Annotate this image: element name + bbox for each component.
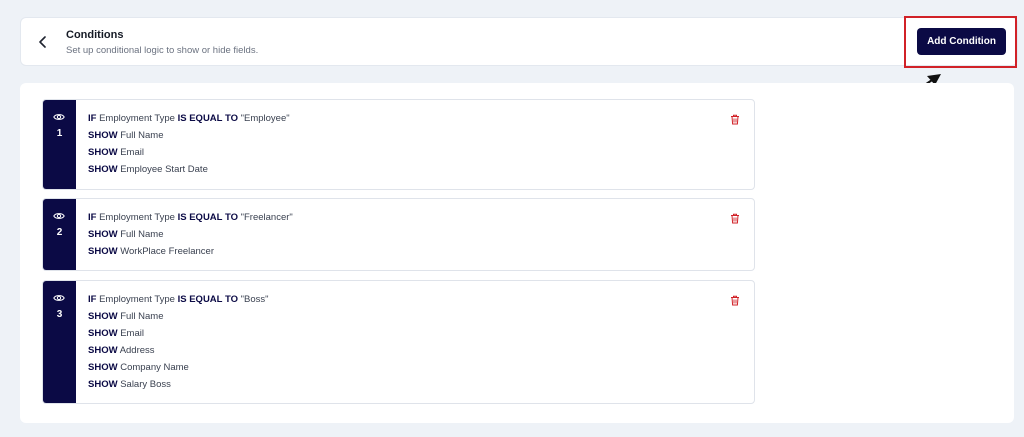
trash-icon[interactable]: [730, 213, 740, 224]
show-action: SHOW Full Name: [88, 130, 164, 141]
condition-rule: IF Employment Type IS EQUAL TO "Freelanc…: [88, 212, 293, 223]
show-action: SHOW Full Name: [88, 311, 164, 322]
show-action: SHOW Employee Start Date: [88, 164, 208, 175]
page-header: Conditions Set up conditional logic to s…: [20, 17, 1018, 66]
eye-icon[interactable]: [53, 211, 65, 221]
add-condition-button[interactable]: Add Condition: [917, 28, 1006, 55]
condition-card-1: 1 IF Employment Type IS EQUAL TO "Employ…: [42, 99, 755, 190]
condition-rule: IF Employment Type IS EQUAL TO "Boss": [88, 294, 269, 305]
page-subtitle: Set up conditional logic to show or hide…: [66, 45, 259, 56]
condition-sidebar: 1: [43, 100, 76, 189]
eye-icon[interactable]: [53, 293, 65, 303]
show-action: SHOW Address: [88, 345, 155, 356]
trash-icon[interactable]: [730, 114, 740, 125]
show-action: SHOW Full Name: [88, 229, 164, 240]
back-button[interactable]: [35, 32, 51, 52]
show-action: SHOW WorkPlace Freelancer: [88, 246, 215, 257]
page-title: Conditions: [66, 29, 124, 41]
show-action: SHOW Email: [88, 147, 144, 158]
trash-icon[interactable]: [730, 295, 740, 306]
eye-icon[interactable]: [53, 112, 65, 122]
condition-number: 1: [56, 128, 63, 139]
condition-number: 3: [56, 309, 63, 320]
condition-card-2: 2 IF Employment Type IS EQUAL TO "Freela…: [42, 198, 755, 271]
condition-number: 2: [56, 227, 63, 238]
chevron-left-icon: [39, 36, 46, 48]
condition-rule: IF Employment Type IS EQUAL TO "Employee…: [88, 113, 290, 124]
show-action: SHOW Salary Boss: [88, 379, 171, 390]
condition-card-3: 3 IF Employment Type IS EQUAL TO "Boss" …: [42, 280, 755, 404]
show-action: SHOW Company Name: [88, 362, 189, 373]
conditions-panel: 1 IF Employment Type IS EQUAL TO "Employ…: [20, 83, 1014, 423]
condition-sidebar: 3: [43, 281, 76, 403]
show-action: SHOW Email: [88, 328, 144, 339]
condition-sidebar: 2: [43, 199, 76, 270]
